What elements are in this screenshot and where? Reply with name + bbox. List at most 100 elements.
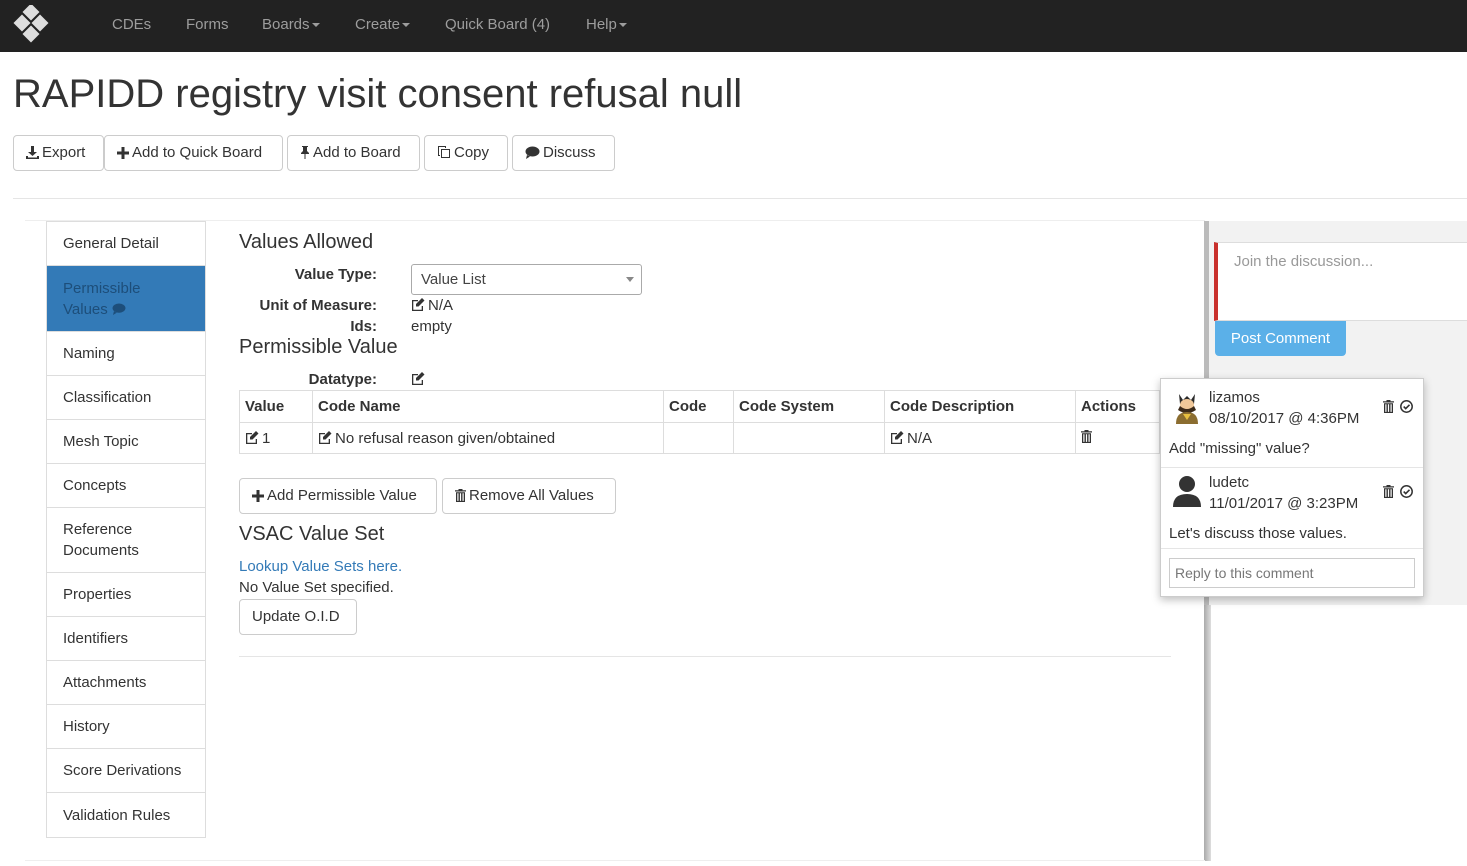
add-to-quick-board-button[interactable]: Add to Quick Board xyxy=(104,135,283,171)
value-type-label: Value Type: xyxy=(294,266,377,283)
update-oid-button[interactable]: Update O.I.D xyxy=(239,599,357,635)
add-permissible-value-button[interactable]: Add Permissible Value xyxy=(239,478,437,514)
sidebar-item-attachments[interactable]: Attachments xyxy=(47,661,205,705)
export-label: Export xyxy=(42,144,86,161)
code-name-text: No refusal reason given/obtained xyxy=(335,429,556,447)
check-circle-icon[interactable] xyxy=(1400,400,1413,413)
sidebar-item-permissible-values[interactable]: Permissible Values xyxy=(47,266,205,332)
page-title: RAPIDD registry visit consent refusal nu… xyxy=(13,72,743,116)
datatype-label: Datatype: xyxy=(308,371,377,388)
sidebar-item-naming[interactable]: Naming xyxy=(47,332,205,376)
sidebar-item-validation-rules[interactable]: Validation Rules xyxy=(47,793,205,837)
avatar xyxy=(1176,394,1198,424)
nav-create-label: Create xyxy=(355,16,401,33)
sidebar-item-identifiers[interactable]: Identifiers xyxy=(47,617,205,661)
sidebar-item-label: Score Derivations xyxy=(63,762,182,779)
plus-icon xyxy=(117,147,129,159)
comment-username[interactable]: ludetc xyxy=(1209,474,1249,491)
sidebar-item-label: Mesh Topic xyxy=(63,433,139,450)
cell-code-description: N/A xyxy=(884,422,1076,454)
add-board-label: Add to Board xyxy=(313,144,401,161)
comment-item: lizamos 08/10/2017 @ 4:36PM Add "missing… xyxy=(1161,379,1423,468)
comment-username[interactable]: lizamos xyxy=(1209,389,1260,406)
nav-cdes[interactable]: CDEs xyxy=(112,16,151,33)
edit-icon[interactable] xyxy=(411,298,425,311)
divider xyxy=(239,656,1171,657)
vsac-heading: VSAC Value Set xyxy=(239,523,385,545)
edit-icon[interactable] xyxy=(318,430,332,444)
nav-help[interactable]: Help xyxy=(586,16,627,33)
comment-icon xyxy=(112,302,126,315)
sidebar-item-history[interactable]: History xyxy=(47,705,205,749)
chevron-down-icon xyxy=(402,23,411,28)
table-row: 1 No refusal reason given/obtained N/A xyxy=(239,422,1160,454)
top-navbar: CDEs Forms Boards Create Quick Board (4)… xyxy=(0,0,1467,52)
column-header-value: Value xyxy=(239,390,313,423)
add-to-board-button[interactable]: Add to Board xyxy=(287,135,420,171)
remove-all-label: Remove All Values xyxy=(469,487,594,504)
sidebar-item-label: Classification xyxy=(63,389,152,406)
sidebar-item-general-detail[interactable]: General Detail xyxy=(47,222,205,266)
sidebar-item-mesh-topic[interactable]: Mesh Topic xyxy=(47,420,205,464)
comment-date: 08/10/2017 @ 4:36PM xyxy=(1209,410,1360,427)
column-header-code-system: Code System xyxy=(733,390,885,423)
permissible-values-table: Value Code Name Code Code System Code De… xyxy=(239,390,1160,454)
cell-value: 1 xyxy=(239,422,313,454)
add-quick-board-label: Add to Quick Board xyxy=(132,144,263,161)
export-button[interactable]: Export xyxy=(13,135,104,171)
remove-all-values-button[interactable]: Remove All Values xyxy=(442,478,616,514)
ids-label: Ids: xyxy=(350,318,377,335)
trash-icon xyxy=(455,489,466,502)
value-text: 1 xyxy=(262,429,271,447)
nav-create[interactable]: Create xyxy=(355,16,411,33)
sidebar-item-label: History xyxy=(63,718,110,735)
edit-icon[interactable] xyxy=(245,430,259,444)
trash-icon[interactable] xyxy=(1081,429,1092,443)
comment-actions xyxy=(1382,400,1413,417)
avatar xyxy=(1173,476,1201,507)
discuss-button[interactable]: Discuss xyxy=(512,135,615,171)
chevron-down-icon xyxy=(626,277,634,282)
edit-icon[interactable] xyxy=(890,430,904,444)
nav-forms[interactable]: Forms xyxy=(186,16,229,33)
sidebar-item-label: Reference Documents xyxy=(63,521,139,559)
column-header-actions: Actions xyxy=(1075,390,1160,423)
trash-icon[interactable] xyxy=(1382,400,1394,413)
trash-icon[interactable] xyxy=(1382,485,1394,498)
column-header-code: Code xyxy=(663,390,734,423)
sidebar-item-label: Naming xyxy=(63,345,115,362)
nav-boards-label: Boards xyxy=(262,16,310,33)
comment-thread-popover: lizamos 08/10/2017 @ 4:36PM Add "missing… xyxy=(1160,378,1424,597)
reply-input[interactable]: Reply to this comment xyxy=(1169,558,1415,588)
value-type-select[interactable]: Value List xyxy=(411,264,642,295)
sidebar-item-properties[interactable]: Properties xyxy=(47,573,205,617)
discussion-input[interactable]: Join the discussion... xyxy=(1214,242,1467,321)
ids-value: empty xyxy=(411,318,452,335)
chevron-down-icon xyxy=(618,23,627,28)
uom-label: Unit of Measure: xyxy=(259,297,377,314)
sidebar-item-classification[interactable]: Classification xyxy=(47,376,205,420)
nav-boards[interactable]: Boards xyxy=(262,16,320,33)
sidebar-item-reference-documents[interactable]: Reference Documents xyxy=(47,508,205,573)
lookup-value-sets-link[interactable]: Lookup Value Sets here. xyxy=(239,558,402,575)
edit-icon[interactable] xyxy=(411,372,425,385)
divider xyxy=(25,860,1205,861)
nav-quick-board[interactable]: Quick Board (4) xyxy=(445,16,550,33)
copy-button[interactable]: Copy xyxy=(424,135,508,171)
check-circle-icon[interactable] xyxy=(1400,485,1413,498)
nlm-logo-icon[interactable] xyxy=(12,5,54,47)
download-icon xyxy=(26,146,39,159)
copy-label: Copy xyxy=(454,144,490,161)
sidebar-item-concepts[interactable]: Concepts xyxy=(47,464,205,508)
add-pv-label: Add Permissible Value xyxy=(267,487,417,504)
cell-code-system xyxy=(733,422,885,454)
sidebar-nav: General Detail Permissible Values Naming… xyxy=(46,221,206,838)
sidebar-item-score-derivations[interactable]: Score Derivations xyxy=(47,749,205,793)
copy-icon xyxy=(438,146,450,158)
sidebar-item-label: Permissible Values xyxy=(63,279,141,318)
permissible-value-heading: Permissible Value xyxy=(239,336,398,358)
column-header-code-description: Code Description xyxy=(884,390,1076,423)
post-comment-button[interactable]: Post Comment xyxy=(1215,321,1346,356)
sidebar-item-label: Identifiers xyxy=(63,630,129,647)
popover-arrow xyxy=(1136,378,1160,390)
